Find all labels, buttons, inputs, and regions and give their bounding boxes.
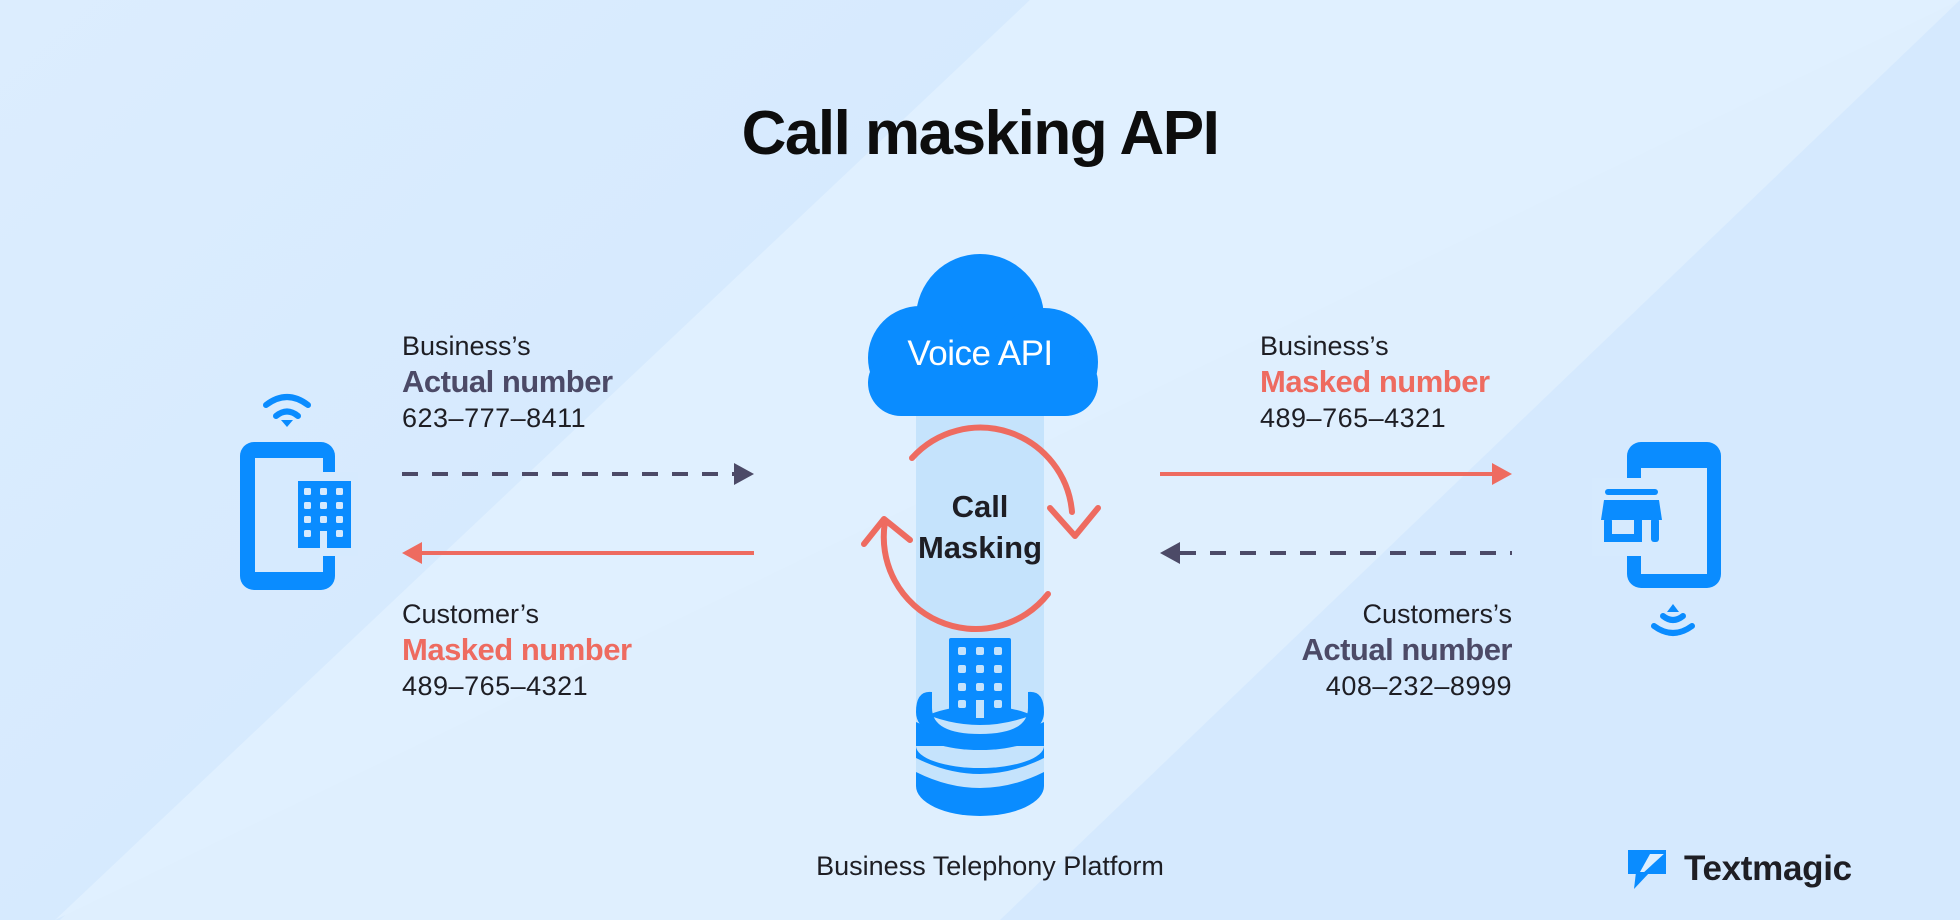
brand-name: Textmagic [1684, 849, 1852, 888]
left-outgoing-arrow [402, 463, 754, 485]
wifi-icon [263, 394, 311, 419]
cloud-label: Voice API [907, 334, 1053, 373]
wifi-dot [281, 420, 293, 427]
call-masking-line1: Call [951, 489, 1009, 524]
store-phone-icon [1592, 442, 1721, 636]
building-icon [949, 638, 1011, 718]
business-phone-icon [240, 394, 358, 590]
brand: Textmagic [1670, 848, 1852, 890]
signal-dot [1667, 604, 1679, 612]
call-masking-line2: Masking [917, 530, 1043, 565]
diagram-graphics [240, 254, 1721, 889]
right-outgoing-arrow [1160, 463, 1512, 485]
call-masking-label: Call Masking [880, 486, 1080, 568]
textmagic-logo-icon [1628, 850, 1666, 889]
right-incoming-arrow [1160, 542, 1512, 564]
platform-label: Business Telephony Platform [816, 851, 1164, 881]
signal-icon [1651, 613, 1695, 636]
left-incoming-arrow [402, 542, 754, 564]
